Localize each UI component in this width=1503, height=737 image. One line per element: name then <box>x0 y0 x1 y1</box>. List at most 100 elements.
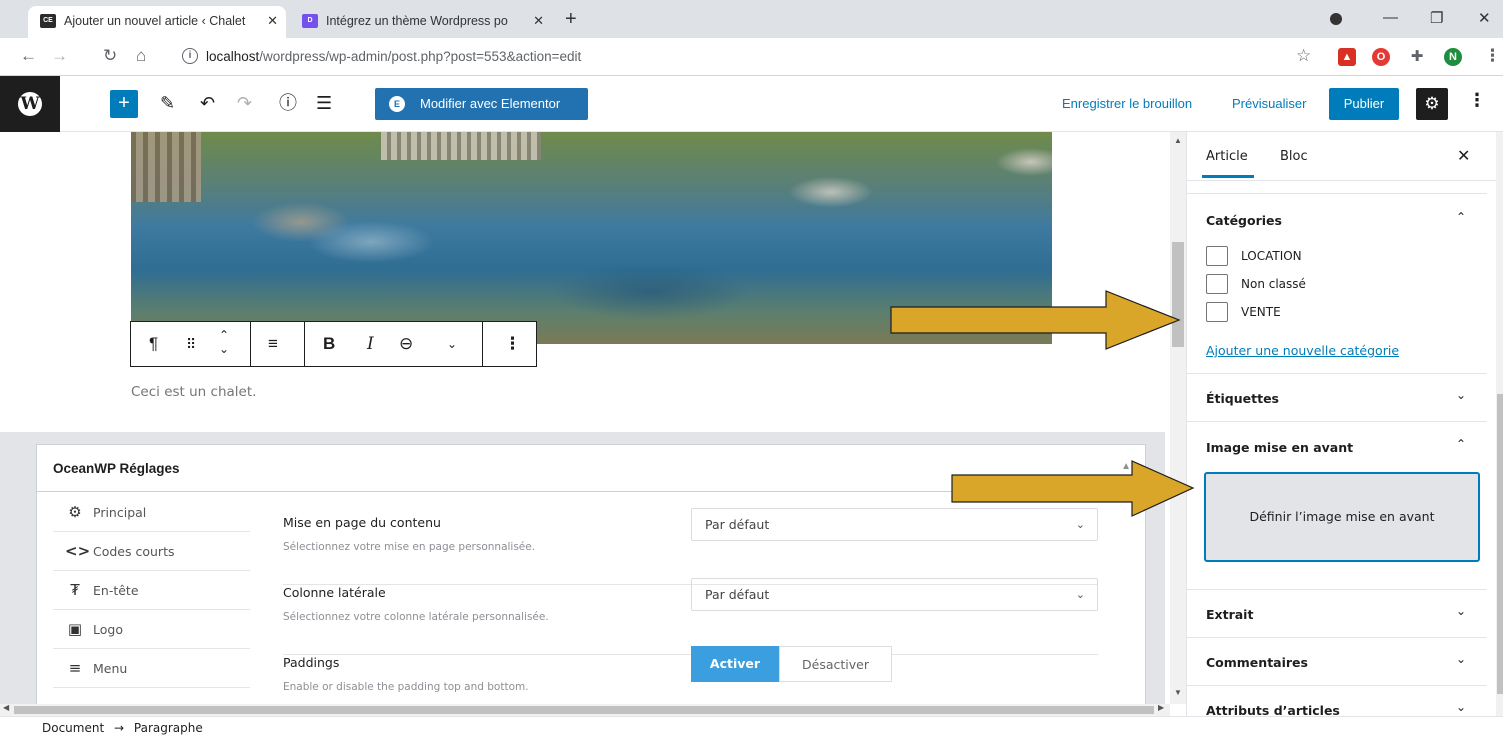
tab-article[interactable]: Article <box>1202 149 1254 178</box>
reload-icon[interactable]: ↻ <box>103 47 117 65</box>
tab-block[interactable]: Bloc <box>1280 149 1308 164</box>
scroll-down-icon[interactable]: ▼ <box>1174 688 1182 697</box>
close-tab-icon[interactable]: ✕ <box>267 6 278 36</box>
more-options-icon[interactable]: ⋮ <box>1468 90 1486 111</box>
comments-title[interactable]: Commentaires <box>1206 655 1308 670</box>
extensions-puzzle-icon[interactable]: ✚ <box>1408 48 1426 66</box>
scrollbar-thumb[interactable] <box>14 706 1154 714</box>
opera-extension-icon[interactable]: O <box>1372 48 1390 66</box>
close-tab-icon[interactable]: ✕ <box>533 6 544 36</box>
drag-handle-icon[interactable]: ⠿ <box>186 333 196 355</box>
info-circle-icon[interactable]: ⓘ <box>279 92 297 114</box>
close-window-icon[interactable]: ✕ <box>1478 9 1491 27</box>
image-fence-detail <box>131 132 201 202</box>
editor-horizontal-scrollbar[interactable]: ◀ ▶ <box>0 703 1170 716</box>
list-view-icon[interactable]: ☰ <box>316 92 332 114</box>
excerpt-panel: Extrait ⌄ <box>1187 590 1487 638</box>
scroll-left-icon[interactable]: ◀ <box>3 703 9 712</box>
chevron-down-icon[interactable]: ⌄ <box>1456 700 1466 714</box>
bold-icon[interactable]: B <box>323 333 335 355</box>
paragraph-block[interactable]: Ceci est un chalet. <box>131 384 256 400</box>
chevron-up-icon[interactable]: ⌃ <box>1456 210 1466 224</box>
undo-icon[interactable]: ↶ <box>200 92 215 114</box>
chevron-up-icon[interactable]: ⌃ <box>1456 437 1466 451</box>
breadcrumb-paragraph[interactable]: Paragraphe <box>134 721 203 735</box>
scrollbar-thumb[interactable] <box>1497 394 1503 694</box>
gear-icon: ⚙ <box>68 503 82 521</box>
oceanwp-title-text: OceanWP Réglages <box>53 461 180 476</box>
chevron-down-icon[interactable]: ⌄ <box>1456 388 1466 402</box>
featured-image-title[interactable]: Image mise en avant <box>1206 440 1353 455</box>
nav-label: Menu <box>93 661 128 676</box>
checkbox[interactable] <box>1206 274 1228 294</box>
scroll-up-icon[interactable]: ▲ <box>1174 136 1182 145</box>
set-featured-image-button[interactable]: Définir l’image mise en avant <box>1204 472 1480 562</box>
wordpress-logo-icon[interactable]: W <box>0 76 60 132</box>
home-icon[interactable]: ⌂ <box>136 47 146 65</box>
link-icon[interactable]: ⊖ <box>399 333 413 355</box>
preview-button[interactable]: Prévisualiser <box>1232 96 1306 111</box>
browser-tab-inactive[interactable]: D Intégrez un thème Wordpress po ✕ <box>290 6 552 38</box>
category-non-classe[interactable]: Non classé <box>1206 274 1306 296</box>
category-label: LOCATION <box>1241 249 1302 263</box>
minimize-icon[interactable]: — <box>1383 9 1398 26</box>
image-deck-detail <box>381 132 541 160</box>
post-attributes-panel: Attributs d’articles ⌄ <box>1187 686 1487 716</box>
select-value: Par défaut <box>705 517 770 532</box>
forward-icon[interactable]: → <box>51 47 68 65</box>
oceanwp-nav-logo[interactable]: ▣ Logo <box>53 610 250 649</box>
site-info-icon[interactable]: i <box>182 48 198 64</box>
editor-vertical-scrollbar[interactable]: ▲ ▼ <box>1170 132 1186 704</box>
category-vente[interactable]: VENTE <box>1206 302 1281 324</box>
sidebar-scrollbar[interactable] <box>1496 132 1503 716</box>
chevron-down-icon[interactable]: ⌄ <box>1456 652 1466 666</box>
category-location[interactable]: LOCATION <box>1206 246 1302 268</box>
desactiver-button[interactable]: Désactiver <box>779 646 892 682</box>
more-formats-chevron-icon[interactable]: ⌄ <box>447 333 457 355</box>
block-options-icon[interactable]: ⋮ <box>504 333 521 355</box>
edit-pencil-icon[interactable]: ✎ <box>160 92 175 114</box>
bookmark-star-icon[interactable]: ☆ <box>1296 47 1311 65</box>
align-icon[interactable]: ≡ <box>268 333 278 355</box>
oceanwp-nav-principal[interactable]: ⚙ Principal <box>53 493 250 532</box>
url-input[interactable]: i localhost/wordpress/wp-admin/post.php?… <box>170 43 1320 71</box>
account-circle-icon[interactable] <box>1330 13 1342 25</box>
italic-icon[interactable]: I <box>367 333 374 355</box>
scroll-right-icon[interactable]: ▶ <box>1158 703 1164 712</box>
redo-icon[interactable]: ↷ <box>237 92 252 114</box>
browser-menu-icon[interactable]: ⋮ <box>1484 47 1501 65</box>
settings-gear-icon[interactable]: ⚙ <box>1416 88 1448 120</box>
publish-button[interactable]: Publier <box>1329 88 1399 120</box>
block-toolbar: ¶ ⠿ ⌃ ⌄ ≡ B I ⊖ ⌄ ⋮ <box>130 321 537 367</box>
checkbox[interactable] <box>1206 302 1228 322</box>
breadcrumb-document[interactable]: Document <box>42 721 104 735</box>
oceanwp-nav-shortcodes[interactable]: <> Codes courts <box>53 532 250 571</box>
setting-paddings: Paddings Enable or disable the padding t… <box>283 646 1098 704</box>
excerpt-title[interactable]: Extrait <box>1206 607 1253 622</box>
save-draft-button[interactable]: Enregistrer le brouillon <box>1062 96 1192 111</box>
chevron-down-icon[interactable]: ⌄ <box>1456 604 1466 618</box>
activer-button[interactable]: Activer <box>691 646 779 682</box>
oceanwp-nav-header[interactable]: ₮ En-tête <box>53 571 250 610</box>
new-tab-icon[interactable]: + <box>565 8 577 30</box>
add-block-button[interactable]: + <box>110 90 138 118</box>
restore-icon[interactable]: ❐ <box>1430 9 1443 27</box>
setting-title: Mise en page du contenu <box>283 515 441 530</box>
profile-avatar[interactable]: N <box>1444 48 1462 66</box>
move-up-down-icon[interactable]: ⌃ ⌄ <box>219 328 229 356</box>
back-icon[interactable]: ← <box>20 47 37 65</box>
browser-tab-bar: CE Ajouter un nouvel article ‹ Chalet ✕ … <box>0 0 1503 38</box>
checkbox[interactable] <box>1206 246 1228 266</box>
edit-with-elementor-button[interactable]: E Modifier avec Elementor <box>375 88 588 120</box>
editor-header: W + ✎ ↶ ↷ ⓘ ☰ E Modifier avec Elementor … <box>0 76 1503 132</box>
add-category-link[interactable]: Ajouter une nouvelle catégorie <box>1206 343 1399 358</box>
oceanwp-nav-menu[interactable]: ≡ Menu <box>53 649 250 688</box>
tags-title[interactable]: Étiquettes <box>1206 391 1279 406</box>
post-attributes-title[interactable]: Attributs d’articles <box>1206 703 1340 716</box>
close-icon[interactable]: ✕ <box>1457 146 1470 166</box>
pdf-extension-icon[interactable]: ▲ <box>1338 48 1356 66</box>
sidebar-select[interactable]: Par défaut ⌄ <box>691 578 1098 611</box>
categories-title[interactable]: Catégories <box>1206 213 1282 228</box>
browser-tab-active[interactable]: CE Ajouter un nouvel article ‹ Chalet ✕ <box>28 6 286 38</box>
paragraph-icon[interactable]: ¶ <box>149 333 158 355</box>
